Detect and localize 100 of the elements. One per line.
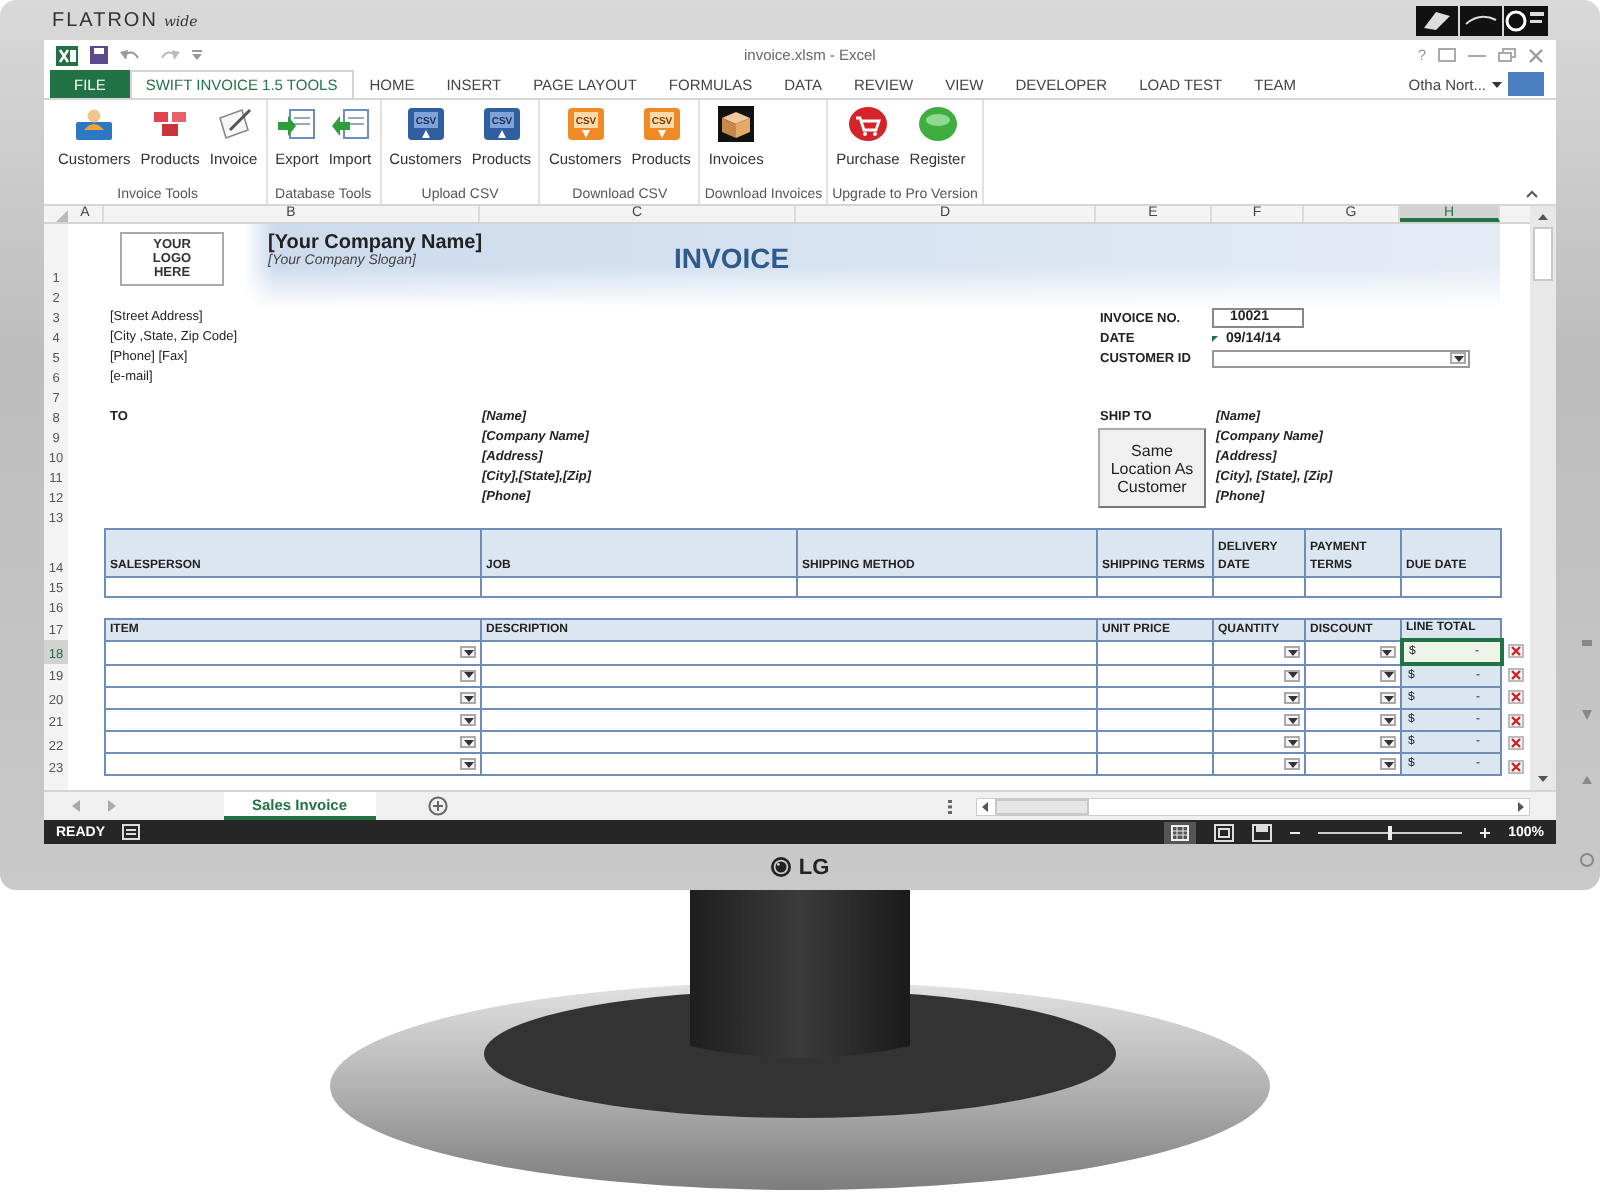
- delete-button[interactable]: [1507, 686, 1523, 709]
- redo-icon[interactable]: [156, 47, 180, 63]
- caret-icon: [1383, 739, 1393, 745]
- undo-icon[interactable]: [120, 47, 144, 63]
- dropdown-button[interactable]: [1284, 669, 1300, 682]
- close-icon[interactable]: [1528, 47, 1544, 63]
- dropdown-button[interactable]: [1380, 692, 1396, 704]
- caret-icon: [1287, 761, 1297, 767]
- dropdown-button[interactable]: [460, 646, 476, 658]
- caret-icon: [1383, 761, 1393, 767]
- table-cell[interactable]: [1097, 640, 1213, 664]
- table-cell[interactable]: [1213, 709, 1305, 731]
- vertical-scrollbar[interactable]: [1530, 206, 1556, 790]
- normal-view-icon[interactable]: [1164, 821, 1197, 843]
- table-cell[interactable]: [1213, 731, 1305, 753]
- delete-button[interactable]: [1507, 709, 1523, 732]
- table-cell[interactable]: [1305, 687, 1401, 709]
- table-cell[interactable]: [481, 577, 797, 597]
- lg-logo-icon: [770, 856, 793, 878]
- caret-icon: [463, 672, 473, 679]
- restore-icon[interactable]: [1498, 48, 1516, 62]
- caret-icon: [1383, 695, 1393, 701]
- dropdown-button[interactable]: [1380, 758, 1396, 770]
- table-cell[interactable]: [1213, 753, 1305, 775]
- table-cell[interactable]: [481, 709, 1097, 731]
- table-cell[interactable]: [481, 640, 1097, 664]
- caret-icon: [1287, 717, 1297, 723]
- table-cell[interactable]: [1401, 577, 1501, 597]
- table-cell[interactable]: [1097, 687, 1213, 709]
- previous-sheet-icon[interactable]: [72, 800, 80, 812]
- table-cell[interactable]: [1305, 709, 1401, 731]
- table-cell[interactable]: [797, 577, 1097, 597]
- table-cell[interactable]: [1305, 753, 1401, 775]
- table-cell[interactable]: [1213, 640, 1305, 664]
- brand-name: FLATRON: [52, 9, 158, 31]
- dropdown-button[interactable]: [1450, 352, 1466, 364]
- dropdown-button[interactable]: [1380, 669, 1396, 682]
- dropdown-button[interactable]: [460, 692, 476, 704]
- zoom-out-icon[interactable]: [1290, 827, 1301, 837]
- caret-icon: [1287, 695, 1297, 701]
- caret-icon: [463, 739, 473, 745]
- table-cell[interactable]: [1305, 577, 1401, 597]
- delete-icon: [1507, 644, 1523, 659]
- table-cell[interactable]: [1097, 577, 1213, 597]
- next-sheet-icon[interactable]: [108, 800, 116, 812]
- dropdown-button[interactable]: [1284, 758, 1300, 770]
- table-cell[interactable]: [1213, 687, 1305, 709]
- folder-person-icon: [74, 106, 115, 142]
- table-cell[interactable]: [105, 664, 481, 687]
- dropdown-button[interactable]: [1380, 714, 1396, 726]
- table-cell[interactable]: [105, 753, 481, 775]
- table-cell[interactable]: [105, 640, 481, 664]
- boxes-icon: [150, 106, 191, 142]
- collapse-caret-icon[interactable]: [1526, 190, 1538, 198]
- excel-logo-icon[interactable]: [56, 45, 78, 65]
- dropdown-button[interactable]: [460, 758, 476, 770]
- table-cell[interactable]: [481, 664, 1097, 687]
- page-break-icon[interactable]: [1252, 823, 1273, 841]
- table-cell[interactable]: [1097, 709, 1213, 731]
- table-cell[interactable]: [1097, 664, 1213, 687]
- ribbon-display-icon[interactable]: [1438, 48, 1456, 62]
- dropdown-button[interactable]: [460, 714, 476, 726]
- same-location-button[interactable]: Same Location As Customer: [1098, 428, 1206, 508]
- dropdown-button[interactable]: [1379, 646, 1395, 658]
- delete-button[interactable]: [1507, 663, 1523, 686]
- horizontal-scrollbar[interactable]: [976, 797, 1530, 815]
- delete-button[interactable]: [1507, 640, 1523, 663]
- dropdown-button[interactable]: [460, 669, 476, 682]
- table-cell[interactable]: [1097, 731, 1213, 753]
- zoom-in-icon[interactable]: [1480, 827, 1491, 837]
- table-cell[interactable]: [481, 731, 1097, 753]
- add-sheet-icon[interactable]: [427, 796, 448, 816]
- dropdown-button[interactable]: [1380, 736, 1396, 748]
- table-cell[interactable]: [105, 577, 481, 597]
- table-cell[interactable]: [481, 687, 1097, 709]
- table-cell[interactable]: [1097, 753, 1213, 775]
- table-cell[interactable]: [1305, 731, 1401, 753]
- slider-thumb[interactable]: [1388, 825, 1393, 839]
- save-icon[interactable]: [90, 46, 108, 64]
- table-cell[interactable]: [105, 687, 481, 709]
- caret-icon: [1287, 649, 1297, 655]
- delete-button[interactable]: [1507, 732, 1523, 755]
- table-cell[interactable]: [105, 709, 481, 731]
- dropdown-button[interactable]: [460, 736, 476, 748]
- dropdown-button[interactable]: [1284, 714, 1300, 726]
- table-cell[interactable]: [481, 753, 1097, 775]
- table-cell[interactable]: [1305, 664, 1401, 687]
- caret-icon: [1287, 672, 1297, 679]
- delete-button[interactable]: [1507, 755, 1523, 778]
- dropdown-button[interactable]: [1284, 736, 1300, 748]
- customize-toolbar-icon[interactable]: [192, 50, 202, 60]
- page-layout-icon[interactable]: [1214, 823, 1235, 841]
- table-cell[interactable]: [1213, 577, 1305, 597]
- dropdown-button[interactable]: [1284, 646, 1300, 658]
- caret-icon: [463, 761, 473, 767]
- table-cell[interactable]: [1213, 664, 1305, 687]
- macro-record-icon[interactable]: [121, 824, 140, 840]
- table-cell[interactable]: [105, 731, 481, 753]
- caret-icon: [1287, 739, 1297, 745]
- dropdown-button[interactable]: [1284, 692, 1300, 704]
